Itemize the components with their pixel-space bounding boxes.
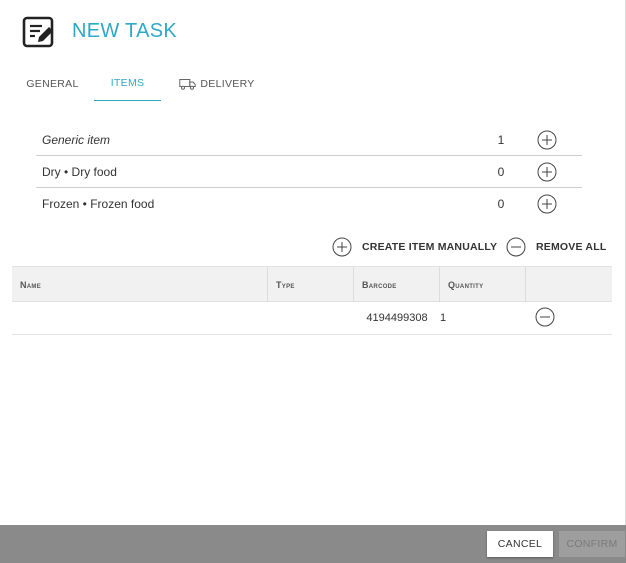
add-circle-icon[interactable] [537, 130, 557, 150]
remove-all-label: REMOVE ALL [536, 241, 607, 253]
catalog-list: Generic item 1 Dry • Dry food 0 Frozen •… [36, 124, 582, 219]
create-item-manually-button[interactable]: CREATE ITEM MANUALLY [332, 236, 497, 258]
remove-circle-icon [506, 237, 526, 257]
cancel-button[interactable]: CANCEL [487, 531, 553, 557]
page-title: NEW TASK [72, 20, 178, 42]
column-header-quantity[interactable]: Quantity [440, 267, 526, 302]
tab-general[interactable]: GENERAL [20, 66, 85, 101]
column-header-label: Name [20, 279, 42, 290]
column-header-name[interactable]: Name [12, 267, 268, 302]
tab-delivery[interactable]: DELIVERY [172, 66, 262, 101]
catalog-item: Dry • Dry food 0 [36, 156, 582, 188]
column-header-label: Type [276, 279, 295, 290]
tab-label: GENERAL [26, 77, 79, 90]
catalog-item-name: Dry • Dry food [42, 165, 117, 179]
cell-quantity: 1 [440, 312, 447, 324]
create-item-label: CREATE ITEM MANUALLY [362, 241, 498, 253]
add-circle-icon[interactable] [537, 194, 557, 214]
tab-items[interactable]: ITEMS [94, 66, 161, 101]
dialog-header: NEW TASK [0, 0, 626, 66]
catalog-item: Generic item 1 [36, 124, 582, 156]
new-task-dialog: NEW TASK GENERAL ITEMS DELIVERY Generic … [0, 0, 626, 563]
catalog-item-quantity: 0 [497, 165, 505, 179]
column-header-label: Barcode [362, 279, 397, 290]
cell-barcode: 4194499308 [366, 312, 428, 324]
table-row: 4194499308 1 [12, 302, 612, 335]
items-table: Name Type Barcode Quantity 4194499308 1 [12, 266, 612, 335]
column-header-barcode[interactable]: Barcode [354, 267, 440, 302]
remove-circle-icon[interactable] [535, 307, 555, 327]
column-header-actions [526, 267, 612, 302]
column-header-label: Quantity [448, 279, 484, 290]
add-circle-icon[interactable] [537, 162, 557, 182]
dialog-footer: CANCEL CONFIRM [0, 525, 626, 563]
truck-icon [179, 78, 197, 90]
catalog-item: Frozen • Frozen food 0 [36, 188, 582, 219]
remove-all-button[interactable]: REMOVE ALL [506, 236, 606, 258]
table-header: Name Type Barcode Quantity [12, 266, 612, 302]
catalog-item-quantity: 0 [497, 197, 505, 211]
catalog-item-name: Frozen • Frozen food [42, 197, 155, 211]
tab-label: DELIVERY [200, 77, 255, 90]
column-header-type[interactable]: Type [268, 267, 354, 302]
item-actions: CREATE ITEM MANUALLY REMOVE ALL [330, 236, 610, 258]
catalog-item-quantity: 1 [497, 133, 505, 147]
add-circle-icon [332, 237, 352, 257]
tab-label: ITEMS [110, 77, 145, 89]
confirm-button[interactable]: CONFIRM [559, 531, 625, 557]
catalog-item-name: Generic item [42, 133, 111, 147]
edit-note-icon [22, 16, 54, 48]
